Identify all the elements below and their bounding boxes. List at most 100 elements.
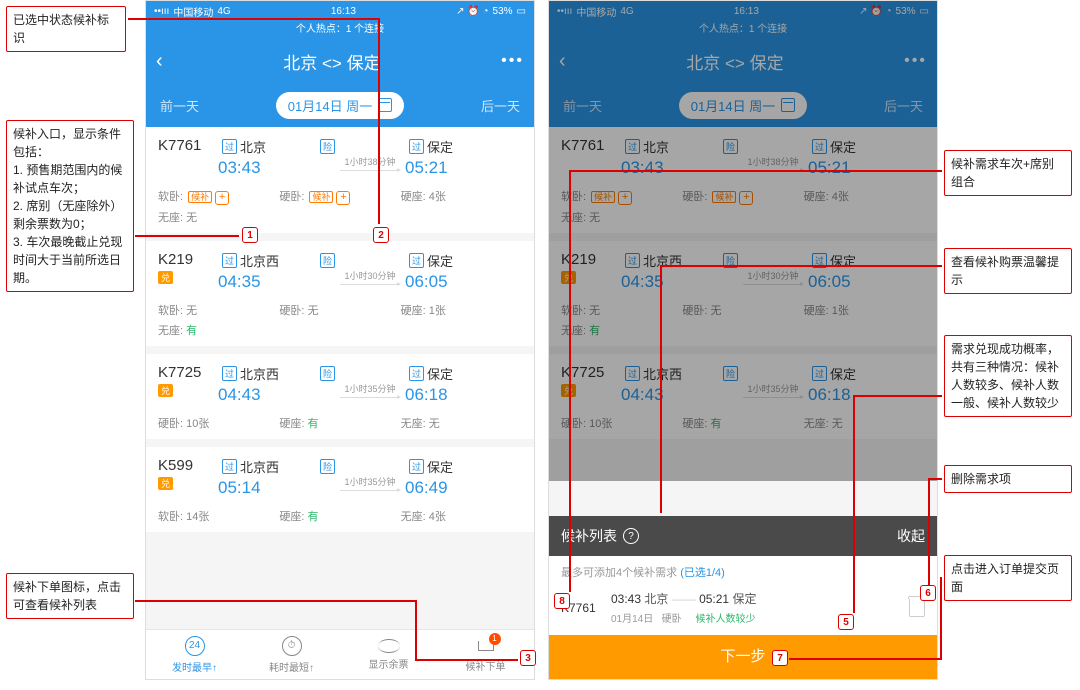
hotspot-banner: 个人热点：1 个连接 bbox=[549, 21, 937, 39]
back-icon[interactable]: ‹ bbox=[156, 50, 163, 73]
seat-cell: 硬座: 有 bbox=[682, 415, 803, 431]
next-button[interactable]: 下一步 bbox=[549, 635, 937, 679]
tab-show-tickets[interactable]: 显示余票 bbox=[340, 630, 437, 679]
prev-day[interactable]: 前一天 bbox=[563, 96, 602, 115]
seat-cell: 无座: 有 bbox=[158, 325, 197, 337]
depart-station: 过北京西险 bbox=[218, 364, 335, 383]
connector bbox=[128, 18, 378, 20]
connector bbox=[569, 170, 571, 592]
arrive-station: 过保定 bbox=[405, 137, 522, 156]
phone-screenshot-right: ••ııı 中国移动 4G 16:13 ↗ ⏰ ◔53%▭ 个人热点：1 个连接… bbox=[548, 0, 938, 680]
marker: 1 bbox=[242, 227, 258, 243]
arrive-station: 过保定 bbox=[405, 251, 522, 270]
depart-station: 过北京险 bbox=[621, 137, 738, 156]
next-day[interactable]: 后一天 bbox=[884, 96, 923, 115]
tab-label: 显示余票 bbox=[369, 656, 409, 671]
seat-cell: 软卧: 候补+ bbox=[158, 188, 279, 205]
seat-row: 软卧: 候补+硬卧: 候补+硬座: 4张 bbox=[158, 188, 522, 205]
depart-station: 过北京西险 bbox=[218, 457, 335, 476]
depart-station: 过北京西险 bbox=[218, 251, 335, 270]
delete-icon[interactable] bbox=[909, 599, 925, 617]
add-waitlist-icon[interactable]: + bbox=[215, 191, 229, 205]
nav-bar: ‹ 北京 <> 保定 ••• bbox=[146, 39, 534, 83]
date-bar: 前一天 01月14日 周一 后一天 bbox=[549, 83, 937, 127]
seat-cell: 无座: 无 bbox=[804, 415, 925, 431]
seat-row: 软卧: 14张硬座: 有无座: 4张 bbox=[158, 508, 522, 524]
arrive-time: 06:05 bbox=[405, 272, 522, 292]
connector bbox=[660, 265, 942, 267]
connector bbox=[853, 395, 855, 613]
seat-cell: 硬卧: 无 bbox=[279, 302, 400, 318]
train-card[interactable]: K219兑 过北京西险 04:35 1小时30分钟 过保定 06:05 软卧: … bbox=[549, 241, 937, 346]
seat-cell: 无座: 无 bbox=[561, 212, 600, 224]
depart-time: 04:35 bbox=[621, 272, 738, 292]
arrive-time: 05:21 bbox=[405, 158, 522, 178]
train-number: K599 bbox=[158, 457, 218, 474]
arrive-time: 06:18 bbox=[405, 385, 522, 405]
back-icon[interactable]: ‹ bbox=[559, 50, 566, 73]
battery-icon: ▭ bbox=[517, 6, 526, 17]
seat-cell: 硬卧: 10张 bbox=[158, 415, 279, 431]
annotation: 已选中状态候补标识 bbox=[6, 6, 126, 52]
date-bar: 前一天 01月14日 周一 后一天 bbox=[146, 83, 534, 127]
more-icon[interactable]: ••• bbox=[904, 52, 927, 70]
duration: 1小时30分钟 bbox=[738, 269, 808, 285]
pass-icon: 过 bbox=[222, 253, 237, 268]
date-pill[interactable]: 01月14日 周一 bbox=[276, 92, 405, 119]
more-icon[interactable]: ••• bbox=[501, 52, 524, 70]
train-card[interactable]: K7761 过北京险 03:43 1小时38分钟 过保定 05:21 软卧: 候… bbox=[146, 127, 534, 233]
train-list: K7761 过北京险 03:43 1小时38分钟 过保定 05:21 软卧: 候… bbox=[146, 127, 534, 532]
connector bbox=[378, 18, 380, 224]
pass-icon: 过 bbox=[222, 139, 237, 154]
signal-icon: ••ııı bbox=[154, 6, 169, 17]
add-waitlist-icon[interactable]: + bbox=[336, 191, 350, 205]
depart-time: 03:43 bbox=[218, 158, 335, 178]
depart-time: 05:14 bbox=[218, 478, 335, 498]
prev-day[interactable]: 前一天 bbox=[160, 96, 199, 115]
sheet-header: 候补列表 ? 收起 bbox=[549, 516, 937, 556]
train-number: K7725 bbox=[158, 364, 218, 381]
date-text: 01月14日 周一 bbox=[288, 96, 373, 115]
train-number: K7761 bbox=[158, 137, 218, 154]
icons: ↗ ⏰ ◔ bbox=[456, 6, 488, 17]
tab-duration-shortest[interactable]: ⏱ 耗时最短↑ bbox=[243, 630, 340, 679]
seat-cell: 软卧: 14张 bbox=[158, 508, 279, 524]
add-waitlist-icon[interactable]: + bbox=[739, 191, 753, 205]
timer-icon: ⏱ bbox=[282, 636, 302, 656]
connector bbox=[135, 600, 415, 602]
seat-row: 硬卧: 10张硬座: 有无座: 无 bbox=[158, 415, 522, 431]
battery: 53% bbox=[493, 6, 513, 17]
arrive-station: 过保定 bbox=[405, 457, 522, 476]
seat-cell: 硬卧: 无 bbox=[682, 302, 803, 318]
date-pill[interactable]: 01月14日 周一 bbox=[679, 92, 808, 119]
seat-cell: 无座: 无 bbox=[401, 415, 522, 431]
next-day[interactable]: 后一天 bbox=[481, 96, 520, 115]
annotation: 需求兑现成功概率，共有三种情况：候补人数较多、候补人数一般、候补人数较少 bbox=[944, 335, 1072, 417]
seat-cell: 软卧: 候补+ bbox=[561, 188, 682, 205]
depart-time: 03:43 bbox=[621, 158, 738, 178]
seat-cell: 硬座: 1张 bbox=[401, 302, 522, 318]
train-card[interactable]: K7761 过北京险 03:43 1小时38分钟 过保定 05:21 软卧: 候… bbox=[549, 127, 937, 233]
annotation: 候补入口，显示条件包括： 1. 预售期范围内的候补试点车次； 2. 席别（无座除… bbox=[6, 120, 134, 292]
help-icon[interactable]: ? bbox=[623, 528, 639, 544]
arrive-time: 06:49 bbox=[405, 478, 522, 498]
train-card[interactable]: K599兑 过北京西险 05:14 1小时35分钟 过保定 06:49 软卧: … bbox=[146, 447, 534, 532]
add-waitlist-icon[interactable]: + bbox=[618, 191, 632, 205]
train-card[interactable]: K219兑 过北京西险 04:35 1小时30分钟 过保定 06:05 软卧: … bbox=[146, 241, 534, 346]
seat-cell: 软卧: 无 bbox=[158, 302, 279, 318]
arrive-station: 过保定 bbox=[405, 364, 522, 383]
tab-label: 发时最早 bbox=[172, 663, 212, 674]
collapse-button[interactable]: 收起 bbox=[897, 526, 925, 546]
seat-row: 软卧: 候补+硬卧: 候补+硬座: 4张 bbox=[561, 188, 925, 205]
tab-depart-earliest[interactable]: 24 发时最早↑ bbox=[146, 630, 243, 679]
success-rate: 候补人数较少 bbox=[696, 614, 756, 625]
pass-icon: 过 bbox=[812, 366, 827, 381]
depart-time: 04:35 bbox=[218, 272, 335, 292]
waitlist-sheet: 候补列表 ? 收起 最多可添加4个候补需求 (已选1/4) K7761 03:4… bbox=[549, 516, 937, 679]
train-number: K219 bbox=[158, 251, 218, 268]
connector bbox=[135, 235, 239, 237]
phone-screenshot-left: ••ııı 中国移动 4G 16:13 ↗ ⏰ ◔ 53% ▭ 个人热点：1 个… bbox=[145, 0, 535, 680]
train-card[interactable]: K7725兑 过北京西险 04:43 1小时35分钟 过保定 06:18 硬卧:… bbox=[146, 354, 534, 439]
calendar-icon bbox=[378, 98, 392, 112]
duration: 1小时35分钟 bbox=[738, 382, 808, 398]
